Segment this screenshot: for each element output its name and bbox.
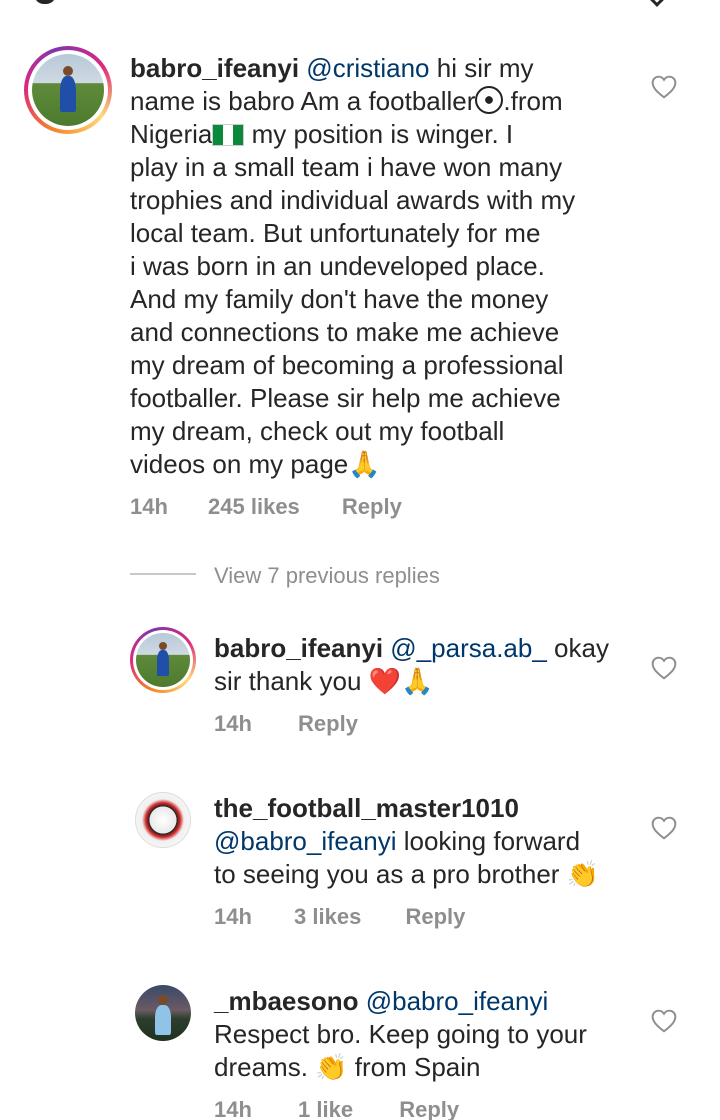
reply-time: 14h (214, 711, 252, 736)
soccer-ball-emoji (475, 86, 504, 114)
clapping-hands-emoji: 👏 (315, 1052, 348, 1082)
reply-username[interactable]: babro_ifeanyi (214, 633, 383, 663)
reply-button[interactable]: Reply (342, 494, 402, 520)
reply-time: 14h (214, 1097, 252, 1120)
heart-outline-icon[interactable] (651, 656, 677, 680)
nigeria-flag-emoji (212, 124, 245, 146)
comment-time: 14h (130, 494, 168, 519)
search-icon[interactable] (34, 0, 56, 4)
reply-username[interactable]: the_football_master1010 (214, 793, 519, 823)
avatar[interactable] (135, 985, 191, 1041)
avatar[interactable] (135, 792, 191, 848)
heart-outline-icon[interactable] (651, 75, 677, 99)
reply-meta: 14h 3 likes Reply (214, 904, 465, 930)
comment-meta: 14h 245 likes Reply (130, 494, 402, 520)
reply-body: babro_ifeanyi @_parsa.ab_ okay sir thank… (214, 633, 609, 696)
praying-hands-emoji: 🙏 (401, 666, 434, 696)
view-previous-replies[interactable]: View 7 previous replies (214, 563, 440, 589)
praying-hands-emoji: 🙏 (348, 449, 381, 479)
heart-outline-icon[interactable] (651, 816, 677, 840)
avatar[interactable] (130, 627, 196, 693)
comment-mention[interactable]: @cristiano (306, 53, 429, 83)
reply-body: the_football_master1010 @babro_ifeanyi l… (214, 793, 600, 889)
heart-outline-icon[interactable] (651, 1009, 677, 1033)
reply-username[interactable]: _mbaesono (214, 986, 359, 1016)
reply-meta: 14h Reply (214, 711, 358, 737)
reply-button[interactable]: Reply (405, 904, 465, 930)
reply-body: _mbaesono @babro_ifeanyi Respect bro. Ke… (214, 986, 587, 1082)
reply-time: 14h (214, 904, 252, 929)
comment-body: babro_ifeanyi @cristiano hi sir my name … (130, 53, 576, 479)
replies-divider (130, 573, 196, 575)
reply-mention[interactable]: @_parsa.ab_ (390, 633, 547, 663)
reply-mention[interactable]: @babro_ifeanyi (366, 986, 549, 1016)
comment-username[interactable]: babro_ifeanyi (130, 53, 299, 83)
clapping-hands-emoji: 👏 (566, 859, 600, 889)
red-heart-emoji: ❤️ (368, 666, 402, 696)
reply-likes[interactable]: 3 likes (294, 904, 361, 930)
top-bar-fragment (0, 0, 720, 10)
comment-likes[interactable]: 245 likes (208, 494, 300, 520)
reply-likes[interactable]: 1 like (298, 1097, 353, 1120)
reply-meta: 14h 1 like Reply (214, 1097, 459, 1120)
reply-button[interactable]: Reply (298, 711, 358, 737)
avatar[interactable] (24, 46, 112, 134)
reply-button[interactable]: Reply (399, 1097, 459, 1120)
chevron-down-icon[interactable] (647, 0, 667, 7)
reply-mention[interactable]: @babro_ifeanyi (214, 826, 397, 856)
